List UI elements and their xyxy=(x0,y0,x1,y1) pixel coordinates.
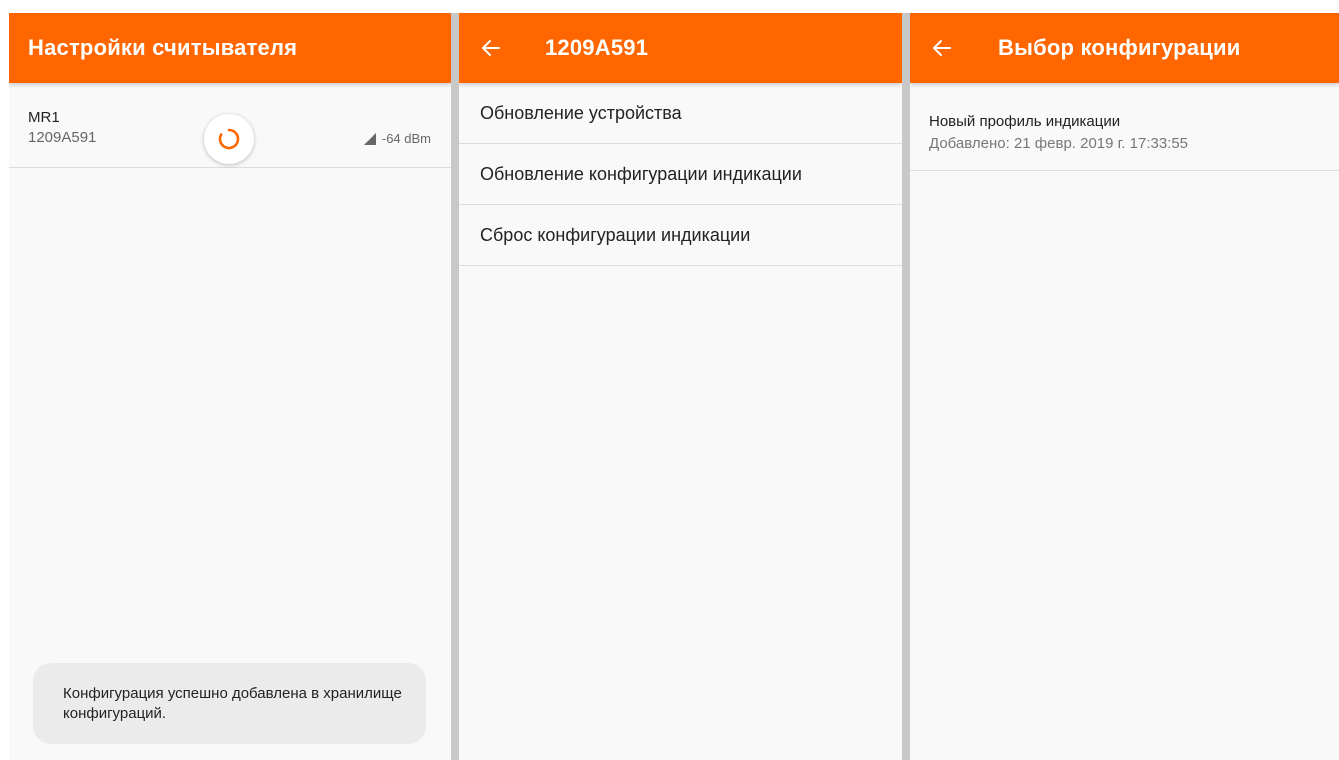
signal-strength-icon xyxy=(363,132,376,145)
toast-text: Конфигурация успешно добавлена в хранили… xyxy=(63,684,402,722)
page-title: 1209A591 xyxy=(545,35,649,60)
config-select-screen: Выбор конфигурации Новый профиль индикац… xyxy=(910,13,1339,760)
page-title: Настройки считывателя xyxy=(28,35,298,60)
divider xyxy=(451,13,459,760)
profile-added-date: Добавлено: 21 февр. 2019 г. 17:33:55 xyxy=(929,135,1189,152)
loading-spinner-icon xyxy=(204,114,254,164)
arrow-back-icon[interactable] xyxy=(479,36,503,60)
device-name: MR1 xyxy=(28,109,60,126)
list-item[interactable]: Новый профиль индикации Добавлено: 21 фе… xyxy=(910,83,1339,171)
menu-item-indication-config-update[interactable]: Обновление конфигурации индикации xyxy=(459,144,902,205)
signal-indicator: -64 dBm xyxy=(363,131,431,146)
device-menu-screen: 1209A591 Обновление устройства Обновлени… xyxy=(459,13,902,760)
divider xyxy=(902,13,910,760)
menu-item-device-update[interactable]: Обновление устройства xyxy=(459,83,902,144)
signal-value: -64 dBm xyxy=(381,131,431,146)
reader-settings-screen: Настройки считывателя MR1 1209A591 -64 d… xyxy=(9,13,451,760)
app-bar: Настройки считывателя xyxy=(9,13,451,83)
menu-item-indication-config-reset[interactable]: Сброс конфигурации индикации xyxy=(459,205,902,266)
app-bar: Выбор конфигурации xyxy=(910,13,1339,83)
profile-name: Новый профиль индикации xyxy=(929,113,1121,130)
app-bar: 1209A591 xyxy=(459,13,902,83)
arrow-back-icon[interactable] xyxy=(930,36,954,60)
device-list-item[interactable]: MR1 1209A591 -64 dBm xyxy=(9,83,451,168)
page-title: Выбор конфигурации xyxy=(998,35,1241,60)
device-id: 1209A591 xyxy=(28,129,97,146)
toast-message: Конфигурация успешно добавлена в хранили… xyxy=(33,663,426,744)
